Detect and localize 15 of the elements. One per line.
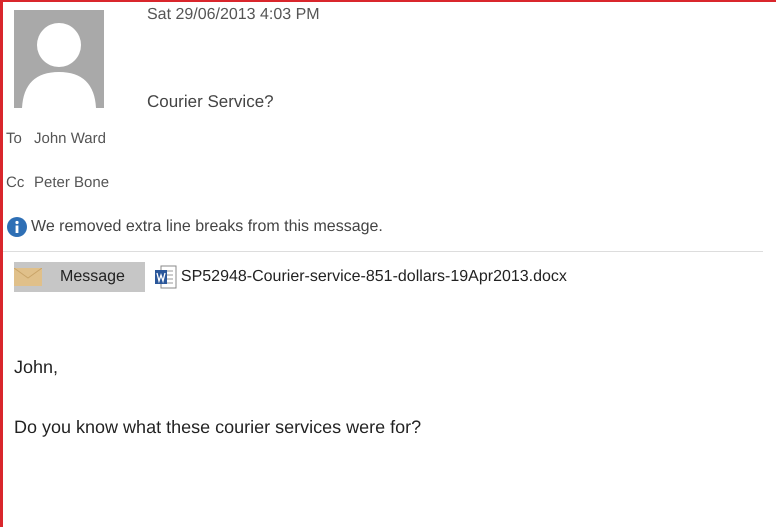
sent-date: Sat 29/06/2013 4:03 PM: [147, 5, 320, 25]
recipient-label: To: [6, 128, 23, 148]
word-document-icon: [154, 264, 177, 288]
envelope-icon: [14, 268, 42, 286]
recipient-name[interactable]: John Ward: [34, 128, 106, 150]
info-icon: [7, 216, 27, 236]
recipient-label: Cc: [6, 173, 26, 193]
message-text: Do you know what these courier services were for?: [14, 416, 422, 439]
subject: Courier Service?: [147, 91, 275, 113]
attachment-file[interactable]: SP52948-Courier-service-851-dollars-19Apr2013.docx: [154, 262, 571, 292]
info-message: We removed extra line breaks from this message.: [31, 216, 383, 236]
recipient-name[interactable]: Peter Bone: [34, 172, 110, 194]
avatar-icon: [14, 10, 104, 108]
message-text: John,: [14, 356, 60, 378]
message-tab[interactable]: Message: [14, 262, 145, 292]
